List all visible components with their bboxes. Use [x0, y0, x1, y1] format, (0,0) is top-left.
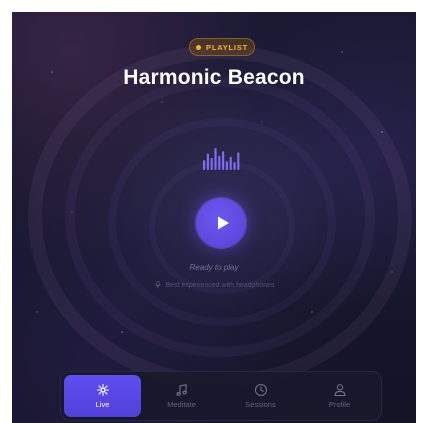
equalizer-bar	[203, 160, 206, 170]
tab-sessions[interactable]: Sessions	[222, 375, 299, 417]
bottom-tab-bar: Live Meditate Sessions Profile	[60, 371, 382, 421]
tab-meditate[interactable]: Meditate	[143, 375, 220, 417]
equalizer-bar	[210, 157, 213, 170]
tab-label: Sessions	[245, 400, 276, 409]
tab-live[interactable]: Live	[64, 375, 141, 417]
tab-label: Profile	[328, 400, 351, 409]
equalizer-bar	[222, 151, 225, 170]
equalizer-bar	[214, 148, 217, 170]
equalizer-bar	[225, 161, 228, 170]
play-button[interactable]	[196, 198, 246, 248]
microphone-icon	[154, 281, 161, 289]
badge-dot-icon	[196, 44, 202, 50]
equalizer-bar	[233, 162, 236, 170]
music-note-icon	[175, 384, 187, 396]
hint-text: Best experienced with headphones	[165, 281, 275, 289]
track-title: Harmonic Beacon	[123, 66, 305, 89]
equalizer-bar	[206, 153, 209, 170]
equalizer-bar	[229, 156, 232, 170]
equalizer-icon	[203, 148, 240, 170]
sparkle-icon	[96, 383, 109, 397]
tab-profile[interactable]: Profile	[301, 375, 378, 417]
badge-label: PLAYLIST	[206, 42, 248, 52]
tab-label: Live	[95, 400, 110, 409]
user-icon	[333, 384, 346, 397]
playback-status: Ready to play	[189, 263, 239, 272]
playlist-badge: PLAYLIST	[189, 38, 255, 56]
app-screen: PLAYLIST Harmonic Beacon Ready to play B…	[12, 12, 416, 423]
play-icon	[217, 216, 229, 230]
tab-label: Meditate	[167, 400, 196, 409]
equalizer-bar	[218, 155, 221, 170]
clock-icon	[254, 383, 267, 397]
headphones-hint: Best experienced with headphones	[12, 281, 416, 289]
equalizer-bar	[237, 152, 240, 170]
